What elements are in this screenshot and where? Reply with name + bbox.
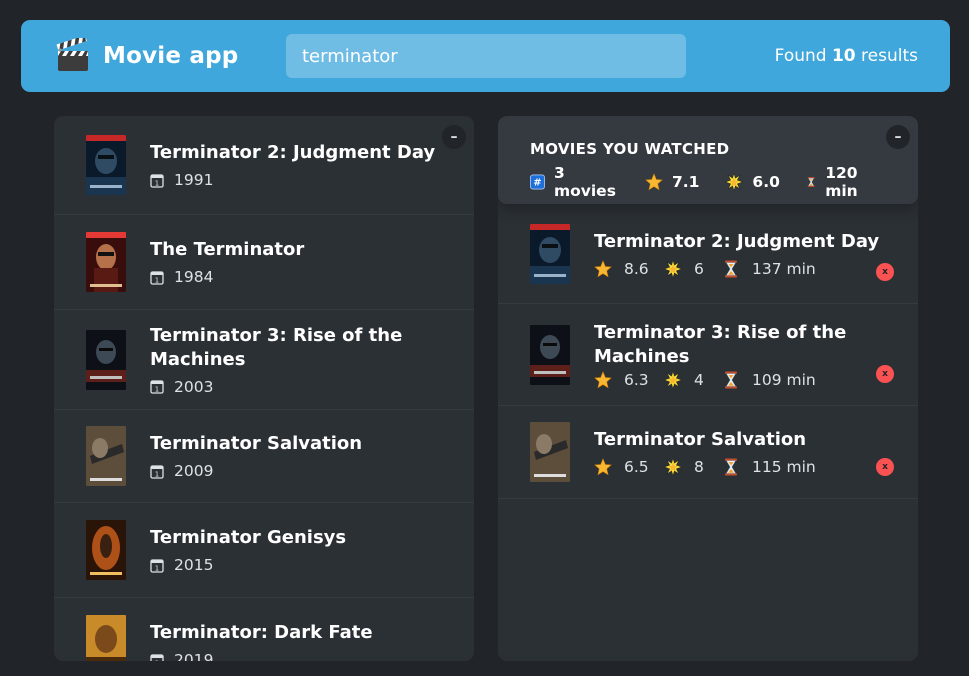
movie-year: 2003 — [174, 377, 214, 396]
imdb-rating: 6.3 — [624, 370, 649, 389]
movie-poster — [86, 329, 126, 390]
watched-list-item: Terminator Salvation 6.5 8 115 min x — [498, 406, 918, 499]
clapper-board-icon — [56, 38, 88, 71]
movie-title: Terminator Salvation — [594, 429, 807, 450]
glowing-star-icon — [664, 458, 682, 476]
star-icon — [645, 173, 663, 191]
imdb-rating: 6.5 — [624, 458, 649, 476]
search-input[interactable] — [286, 34, 686, 78]
watched-count: 3 movies — [553, 164, 616, 200]
movie-poster — [86, 520, 126, 580]
delete-watched-button[interactable]: x — [876, 458, 894, 476]
watched-list-item: Terminator 3: Rise of the Machines 6.3 4… — [498, 304, 918, 406]
movie-poster — [86, 615, 126, 661]
runtime: 137 min — [752, 259, 816, 278]
movie-poster — [86, 135, 126, 195]
star-icon — [594, 370, 612, 388]
calendar-icon: 1 — [150, 464, 164, 479]
movie-poster — [86, 232, 126, 292]
user-rating: 6 — [694, 259, 704, 278]
app-title: Movie app — [103, 43, 239, 69]
avg-runtime: 120 min — [825, 164, 858, 200]
user-rating: 4 — [694, 370, 704, 389]
movie-title: The Terminator — [150, 239, 305, 260]
movie-poster — [530, 324, 570, 385]
watched-box: – MOVIES YOU WATCHED #3 movies 7.1 6.0 1… — [498, 116, 918, 661]
glowing-star-icon — [725, 173, 744, 191]
movie-list-item[interactable]: Terminator Salvation 1 2009 — [54, 410, 474, 503]
calendar-icon: 1 — [150, 558, 164, 573]
movie-year: 1991 — [174, 171, 214, 189]
svg-text:1: 1 — [155, 470, 159, 478]
movie-title: Terminator Genisys — [150, 527, 347, 548]
hourglass-icon — [725, 371, 737, 388]
search-results-list: Terminator 2: Judgment Day 1 1991 The Ter… — [54, 116, 474, 661]
logo: Movie app — [55, 38, 238, 74]
movie-title: Terminator 2: Judgment Day — [594, 230, 880, 252]
watched-summary: MOVIES YOU WATCHED #3 movies 7.1 6.0 120… — [498, 116, 918, 204]
movie-year: 1984 — [174, 268, 214, 286]
calendar-icon: 1 — [150, 270, 164, 285]
avg-imdb-rating: 7.1 — [671, 173, 700, 191]
star-icon — [594, 259, 612, 277]
movie-poster — [530, 223, 570, 284]
hourglass-icon — [725, 458, 737, 476]
svg-text:1: 1 — [155, 179, 159, 187]
movie-list-item[interactable]: The Terminator 1 1984 — [54, 215, 474, 310]
star-icon — [594, 458, 612, 476]
svg-text:#: # — [533, 178, 541, 189]
delete-watched-button[interactable]: x — [876, 263, 894, 281]
movie-list-item[interactable]: Terminator: Dark Fate 1 2019 — [54, 598, 474, 661]
hourglass-icon — [725, 260, 737, 277]
movie-poster — [86, 426, 126, 486]
svg-text:1: 1 — [155, 386, 159, 394]
user-rating: 8 — [694, 458, 704, 476]
imdb-rating: 8.6 — [624, 259, 649, 278]
results-count: Found 10 results — [774, 46, 918, 66]
movie-list-item[interactable]: Terminator 2: Judgment Day 1 1991 — [54, 116, 474, 215]
svg-text:1: 1 — [155, 659, 159, 661]
navbar: Movie app Found 10 results — [21, 20, 950, 92]
search-results-box: – Terminator 2: Judgment Day 1 1991 The … — [54, 116, 474, 661]
movie-list-item[interactable]: Terminator 3: Rise of the Machines 1 2003 — [54, 310, 474, 410]
movie-title: Terminator 3: Rise of the Machines — [594, 321, 847, 367]
movie-year: 2019 — [174, 651, 214, 661]
glowing-star-icon — [664, 370, 682, 389]
svg-text:1: 1 — [155, 276, 159, 284]
glowing-star-icon — [664, 259, 682, 278]
movie-title: Terminator 2: Judgment Day — [150, 142, 436, 163]
movie-title: Terminator 3: Rise of the Machines — [150, 324, 403, 370]
movie-poster — [530, 422, 570, 482]
movie-title: Terminator Salvation — [150, 433, 363, 454]
runtime: 109 min — [752, 370, 816, 389]
hash-icon: # — [530, 174, 545, 190]
delete-watched-button[interactable]: x — [876, 365, 894, 383]
svg-text:1: 1 — [155, 564, 159, 572]
movie-title: Terminator: Dark Fate — [150, 622, 373, 643]
calendar-icon: 1 — [150, 380, 164, 394]
watched-list: Terminator 2: Judgment Day 8.6 6 137 min… — [498, 204, 918, 499]
calendar-icon: 1 — [150, 173, 164, 188]
runtime: 115 min — [752, 458, 816, 476]
movie-year: 2015 — [174, 556, 214, 574]
movie-year: 2009 — [174, 462, 214, 480]
summary-heading: MOVIES YOU WATCHED — [530, 140, 730, 158]
watched-list-item: Terminator 2: Judgment Day 8.6 6 137 min… — [498, 204, 918, 304]
hourglass-icon — [807, 177, 815, 187]
movie-list-item[interactable]: Terminator Genisys 1 2015 — [54, 503, 474, 598]
calendar-icon: 1 — [150, 653, 164, 661]
avg-user-rating: 6.0 — [752, 173, 780, 191]
collapse-watched-button[interactable]: – — [886, 125, 910, 149]
collapse-results-button[interactable]: – — [442, 125, 466, 149]
